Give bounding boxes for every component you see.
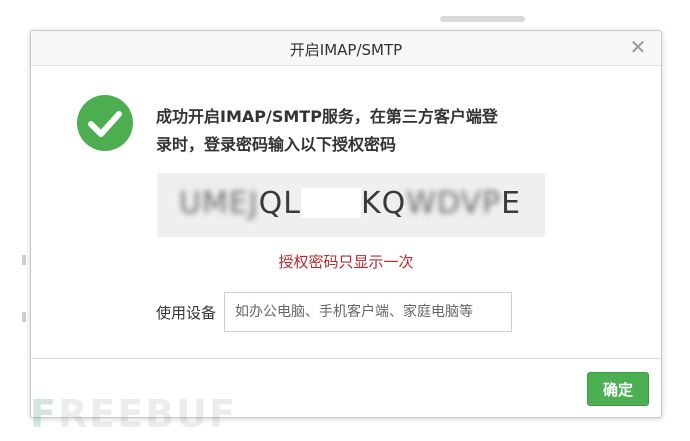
imap-smtp-dialog: 开启IMAP/SMTP ✕ 成功开启IMAP/SMTP服务，在第三方客户端登 录… — [30, 30, 662, 418]
page: 开启IMAP/SMTP ✕ 成功开启IMAP/SMTP服务，在第三方客户端登 录… — [0, 0, 690, 441]
dialog-titlebar: 开启IMAP/SMTP ✕ — [31, 31, 661, 66]
watermark-first: F — [30, 392, 58, 436]
background-fragment — [22, 312, 26, 322]
background-fragment — [440, 16, 525, 22]
check-circle-icon — [77, 95, 133, 151]
redaction-box — [300, 188, 361, 218]
background-fragment — [22, 255, 26, 265]
device-label: 使用设备 — [156, 304, 217, 322]
dialog-title: 开启IMAP/SMTP — [289, 41, 403, 59]
auth-code: UMEJQL KQWDVPE — [179, 186, 521, 221]
close-icon[interactable]: ✕ — [627, 36, 649, 58]
auth-code-part1: QL — [258, 186, 301, 221]
device-input[interactable] — [224, 292, 512, 332]
auth-code-part2: KQ — [360, 186, 407, 221]
auth-code-blurred-prefix: UMEJ — [179, 186, 259, 221]
success-message: 成功开启IMAP/SMTP服务，在第三方客户端登 录时，登录密码输入以下授权密码 — [156, 103, 556, 159]
message-line-2: 录时，登录密码输入以下授权密码 — [156, 135, 397, 154]
message-line-1: 成功开启IMAP/SMTP服务，在第三方客户端登 — [156, 107, 498, 126]
auth-code-box: UMEJQL KQWDVPE — [157, 173, 545, 237]
watermark-rest: REEBUF — [57, 392, 237, 436]
auth-code-end: E — [501, 186, 522, 221]
watermark: FREEBUF — [30, 392, 237, 436]
warning-text: 授权密码只显示一次 — [278, 253, 414, 271]
confirm-button[interactable]: 确定 — [587, 372, 649, 406]
auth-code-blurred-suffix: WDVP — [406, 186, 502, 221]
footer-divider — [31, 358, 661, 359]
